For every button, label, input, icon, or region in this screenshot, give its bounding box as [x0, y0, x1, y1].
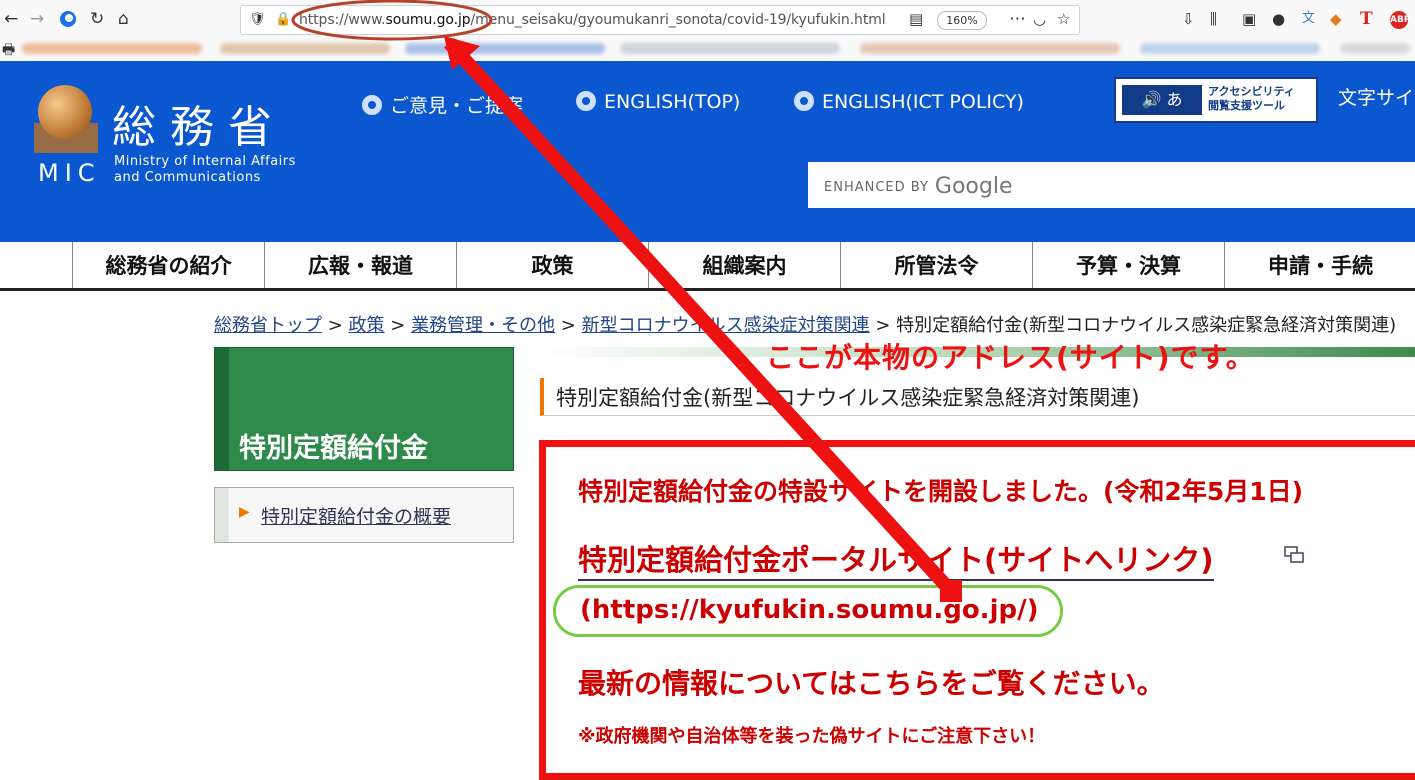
nav-item-organization[interactable]: 組織案内 [648, 242, 840, 288]
bookmark-item[interactable] [1340, 43, 1410, 54]
bookmark-item[interactable] [220, 43, 390, 54]
pocket-icon[interactable]: ◡ [1033, 9, 1046, 29]
more-icon[interactable]: ⋯ [1009, 9, 1026, 29]
search-input[interactable]: ENHANCED BY Google [808, 162, 1415, 208]
speaker-icon: 🔊 あ [1122, 85, 1202, 115]
bookmark-item[interactable] [1140, 43, 1320, 54]
t-extension-icon[interactable]: T [1360, 9, 1373, 29]
library-icon[interactable]: ⫼ [1210, 9, 1217, 29]
abp-icon[interactable]: ABP [1390, 11, 1410, 29]
extension-icon[interactable]: ◆ [1330, 9, 1342, 29]
latest-info-text: 最新の情報についてはこちらをご覧ください。 [578, 667, 1165, 700]
nav-item-budget[interactable]: 予算・決算 [1032, 242, 1224, 288]
lock-icon[interactable]: 🔒 [275, 10, 291, 30]
notice-headline: 特別定額給付金の特設サイトを開設しました。(令和2年5月1日) [578, 477, 1304, 506]
radio-bullet-icon [576, 91, 596, 111]
arrow-right-icon: ▶ [239, 504, 250, 520]
zoom-badge[interactable]: 160% [937, 11, 987, 30]
bookmark-item[interactable] [405, 43, 605, 54]
reader-icon[interactable]: ▤ [909, 9, 923, 29]
nav-item-procedures[interactable]: 申請・手続 [1224, 242, 1415, 288]
bookmark-item[interactable] [860, 43, 1120, 54]
warning-text: ※政府機関や自治体等を装った偽サイトにご注意下さい！ [578, 726, 1046, 747]
logo-english-line1: Ministry of Internal Affairs [114, 154, 296, 169]
site-header: 総務省 MIC Ministry of Internal Affairs and… [0, 61, 1415, 242]
print-icon[interactable]: 🖶 [2, 40, 15, 60]
bookmarks-bar: 🖶 [0, 38, 1415, 60]
header-link-feedback[interactable]: ご意見・ご提案 [362, 91, 523, 118]
nav-item-policy[interactable]: 政策 [456, 242, 648, 288]
radio-bullet-icon [362, 95, 382, 115]
bookmark-item[interactable] [22, 43, 202, 54]
page-title-container: 特別定額給付金(新型コロナウイルス感染症緊急経済対策関連) [540, 378, 1415, 416]
logo-abbr: MIC [38, 159, 101, 187]
search-placeholder: ENHANCED BY Google [824, 174, 1013, 199]
account-icon[interactable]: ● [1272, 9, 1285, 29]
radio-bullet-icon [794, 91, 814, 111]
header-link-english-top[interactable]: ENGLISH(TOP) [576, 91, 740, 113]
main-nav: 総務省の紹介 広報・報道 政策 組織案内 所管法令 予算・決算 申請・手続 [0, 242, 1415, 291]
sidebar-icon[interactable]: ▣ [1242, 9, 1256, 29]
edge-logo-icon[interactable] [58, 9, 78, 34]
breadcrumb-current: 特別定額給付金(新型コロナウイルス感染症緊急経済対策関連) [896, 315, 1397, 336]
accessibility-label: アクセシビリティ 閲覧支援ツール [1208, 85, 1295, 112]
shield-icon[interactable]: 🛡 [249, 10, 266, 30]
font-size-control[interactable]: 文字サイ [1338, 83, 1414, 110]
translate-icon[interactable]: 文 [1302, 9, 1315, 29]
breadcrumb: 総務省トップ > 政策 > 業務管理・その他 > 新型コロナウイルス感染症対策関… [214, 315, 1397, 336]
google-logo: Google [934, 174, 1013, 199]
breadcrumb-link-admin[interactable]: 業務管理・その他 [411, 315, 555, 336]
logo-text[interactable]: 総務省 [112, 91, 286, 155]
annotation-callout: ここが本物のアドレス(サイト)です。 [766, 341, 1255, 374]
page-title: 特別定額給付金(新型コロナウイルス感染症緊急経済対策関連) [556, 386, 1140, 410]
url-bar[interactable]: 🛡 🔒 https://www.soumu.go.jp/menu_seisaku… [240, 5, 1080, 35]
nav-item-about[interactable]: 総務省の紹介 [72, 242, 264, 288]
nav-item-press[interactable]: 広報・報道 [264, 242, 456, 288]
back-icon[interactable]: ← [4, 9, 18, 29]
sidebar-link-overview[interactable]: ▶ 特別定額給付金の概要 [214, 487, 514, 543]
nav-item-laws[interactable]: 所管法令 [840, 242, 1032, 288]
header-link-english-ict[interactable]: ENGLISH(ICT POLICY) [794, 91, 1024, 113]
bookmark-item[interactable] [620, 43, 840, 54]
sidebar-link-label[interactable]: 特別定額給付金の概要 [261, 502, 451, 529]
refresh-icon[interactable]: ↻ [90, 9, 104, 29]
logo-english-line2: and Communications [114, 170, 261, 185]
browser-toolbar: ← → ↻ ⌂ 🛡 🔒 https://www.soumu.go.jp/menu… [0, 0, 1415, 39]
download-icon[interactable]: ⇩ [1182, 9, 1195, 29]
accessibility-tool-button[interactable]: 🔊 あ アクセシビリティ 閲覧支援ツール [1114, 77, 1318, 123]
url-text[interactable]: https://www.soumu.go.jp/menu_seisaku/gyo… [299, 12, 886, 28]
breadcrumb-link-top[interactable]: 総務省トップ [214, 315, 322, 336]
forward-icon[interactable]: → [30, 9, 44, 29]
breadcrumb-link-covid[interactable]: 新型コロナウイルス感染症対策関連 [582, 315, 870, 336]
portal-link[interactable]: 特別定額給付金ポータルサイト(サイトへリンク) [578, 537, 1214, 581]
external-link-icon [1284, 546, 1304, 563]
logo-english: Ministry of Internal Affairs and Communi… [114, 154, 296, 186]
sidebar-title-text: 特別定額給付金 [239, 433, 428, 464]
sidebar-title: 特別定額給付金 [214, 347, 514, 471]
breadcrumb-link-policy[interactable]: 政策 [349, 315, 385, 336]
star-icon[interactable]: ☆ [1057, 9, 1070, 29]
portal-url: (https://kyufukin.soumu.go.jp/) [580, 595, 1039, 625]
home-icon[interactable]: ⌂ [118, 9, 129, 29]
logo-globe-icon [38, 85, 92, 139]
